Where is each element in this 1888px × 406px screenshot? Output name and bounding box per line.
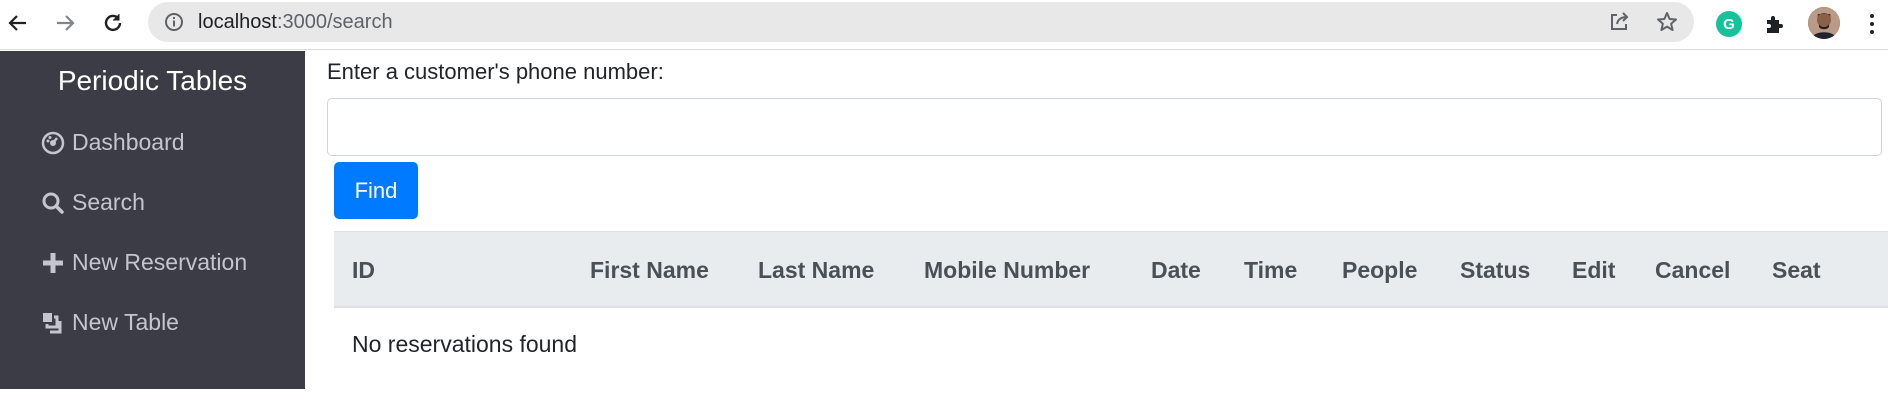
avatar[interactable] — [1808, 7, 1840, 39]
kebab-menu-icon[interactable] — [1862, 10, 1882, 38]
grammarly-letter: G — [1723, 15, 1735, 33]
sidebar-item-label: Dashboard — [72, 129, 185, 155]
browser-toolbar: localhost:3000/search G — [0, 0, 1888, 50]
column-header-edit: Edit — [1572, 257, 1616, 283]
layers-icon — [40, 310, 66, 336]
info-icon[interactable] — [164, 12, 184, 32]
column-header-date: Date — [1151, 257, 1201, 283]
dashboard-icon — [40, 130, 66, 156]
sidebar-item-dashboard[interactable]: Dashboard — [40, 129, 185, 156]
column-header-id: ID — [352, 257, 375, 283]
plus-icon — [40, 250, 66, 276]
share-icon[interactable] — [1608, 11, 1630, 33]
address-bar[interactable]: localhost:3000/search — [148, 2, 1694, 42]
sidebar-item-new-reservation[interactable]: New Reservation — [40, 249, 247, 276]
sidebar-item-label: Search — [72, 189, 145, 215]
column-header-seat: Seat — [1772, 257, 1821, 283]
column-header-status: Status — [1460, 257, 1531, 283]
puzzle-icon[interactable] — [1762, 11, 1788, 37]
column-header-people: People — [1342, 257, 1418, 283]
main-content: Enter a customer's phone number: Find ID… — [305, 51, 1888, 406]
table-header: ID First Name Last Name Mobile Number Da… — [334, 231, 1888, 308]
sidebar-item-label: New Reservation — [72, 249, 248, 275]
phone-number-input[interactable] — [327, 98, 1882, 156]
sidebar-item-new-table[interactable]: New Table — [40, 309, 179, 336]
column-header-mobile-number: Mobile Number — [924, 257, 1091, 283]
url-host: localhost — [198, 11, 277, 33]
url-path: :3000/search — [276, 11, 393, 33]
sidebar-item-label: New Table — [72, 309, 179, 335]
search-icon — [40, 190, 66, 216]
phone-label: Enter a customer's phone number: — [327, 59, 664, 84]
column-header-cancel: Cancel — [1655, 257, 1731, 283]
find-button[interactable]: Find — [334, 162, 418, 219]
star-icon[interactable] — [1656, 11, 1678, 33]
grammarly-icon[interactable]: G — [1716, 11, 1742, 37]
column-header-last-name: Last Name — [758, 257, 875, 283]
brand-title[interactable]: Periodic Tables — [0, 65, 305, 97]
reload-icon[interactable] — [98, 8, 128, 38]
sidebar-item-search[interactable]: Search — [40, 189, 145, 216]
column-header-first-name: First Name — [590, 257, 709, 283]
forward-icon[interactable] — [50, 8, 80, 38]
sidebar: Periodic Tables Dashboard Search New Res… — [0, 51, 305, 389]
empty-message: No reservations found — [352, 331, 578, 357]
url-text: localhost:3000/search — [198, 11, 393, 33]
back-icon[interactable] — [3, 8, 33, 38]
column-header-time: Time — [1244, 257, 1298, 283]
